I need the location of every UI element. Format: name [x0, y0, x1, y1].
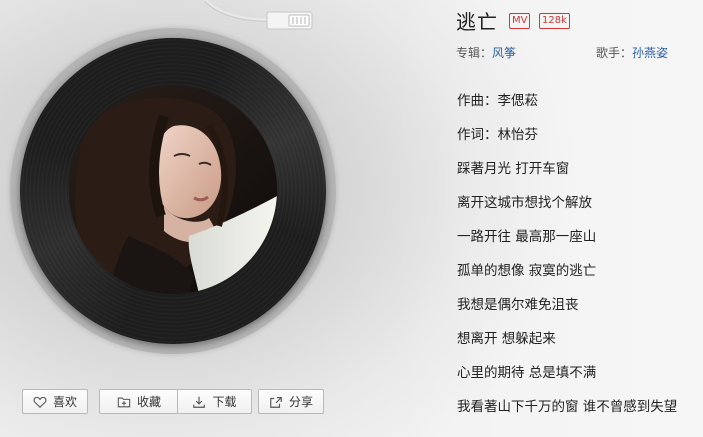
download-label: 下载 [212, 395, 237, 409]
lyric-line: 踩著月光 打开车窗 [457, 161, 570, 177]
folder-add-icon [117, 397, 131, 407]
album-cover [69, 86, 277, 294]
download-icon [193, 396, 206, 408]
share-button[interactable]: 分享 [258, 389, 324, 414]
like-label: 喜欢 [52, 395, 77, 409]
lyric-line: 孤单的想像 寂寞的逃亡 [457, 263, 597, 279]
singer-label: 歌手： [596, 46, 633, 60]
album-meta: 专辑：风筝 [456, 44, 516, 61]
singer-meta: 歌手：孙燕姿 [596, 44, 668, 61]
song-title: 逃亡 [456, 10, 498, 34]
tonearm [205, 0, 313, 30]
turntable [0, 0, 360, 380]
collect-label: 收藏 [136, 395, 161, 409]
download-button[interactable]: 下载 [177, 389, 252, 414]
heart-icon [33, 396, 47, 408]
lyric-line: 一路开往 最高那一座山 [457, 229, 597, 245]
album-link[interactable]: 风筝 [492, 46, 516, 60]
lyric-line: 想离开 想躲起来 [457, 331, 556, 347]
lyric-line: 我看著山下千万的窗 谁不曾感到失望 [457, 399, 678, 415]
album-label: 专辑： [456, 46, 493, 60]
singer-link[interactable]: 孙燕姿 [632, 46, 668, 60]
lyric-line: 我想是偶尔难免沮丧 [457, 297, 579, 313]
mv-badge[interactable]: MV [509, 13, 531, 29]
quality-badge[interactable]: 128k [539, 13, 570, 29]
like-button[interactable]: 喜欢 [22, 389, 88, 414]
lyric-line: 作词：林怡芬 [457, 127, 538, 143]
lyric-line: 心里的期待 总是填不满 [457, 365, 597, 381]
share-label: 分享 [288, 395, 313, 409]
collect-button[interactable]: 收藏 [99, 389, 179, 414]
lyric-line: 离开这城市想找个解放 [457, 195, 592, 211]
lyric-line: 作曲：李偲菘 [457, 93, 538, 109]
album-cover-art [69, 86, 277, 294]
share-icon [270, 396, 282, 408]
